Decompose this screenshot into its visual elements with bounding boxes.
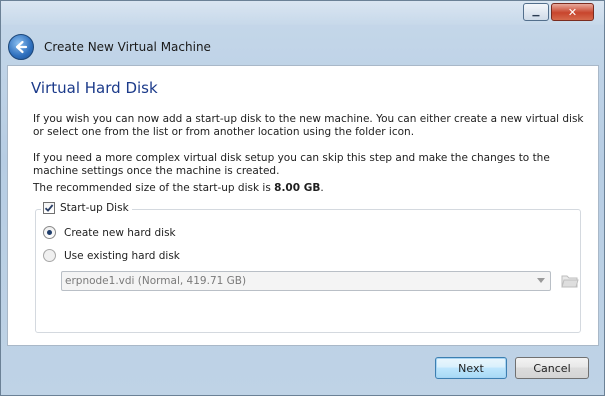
recommended-prefix: The recommended size of the start-up dis… [33, 182, 275, 194]
startup-disk-label: Start-up Disk [60, 202, 129, 214]
checkbox-box[interactable] [43, 202, 55, 214]
use-existing-disk-label: Use existing hard disk [64, 249, 180, 262]
checkmark-icon [44, 204, 54, 212]
cancel-button[interactable]: Cancel [515, 357, 589, 379]
wizard-window: ▁ ✕ Create New Virtual Machine Virtual H… [0, 0, 605, 396]
title-bar: ▁ ✕ [1, 1, 604, 25]
back-button[interactable] [8, 34, 34, 60]
existing-disk-value: erpnode1.vdi (Normal, 419.71 GB) [65, 275, 247, 287]
minimize-button[interactable]: ▁ [523, 3, 549, 21]
create-new-disk-radio[interactable]: Create new hard disk [43, 226, 176, 239]
use-existing-disk-radio[interactable]: Use existing hard disk [43, 249, 180, 262]
recommended-size-value: 8.00 GB [274, 182, 321, 194]
create-new-disk-label: Create new hard disk [64, 226, 176, 239]
existing-disk-select[interactable]: erpnode1.vdi (Normal, 419.71 GB) [61, 271, 551, 291]
radio-unselected[interactable] [43, 249, 56, 262]
chevron-down-icon[interactable] [534, 274, 548, 288]
wizard-header: Create New Virtual Machine [6, 31, 601, 63]
close-button[interactable]: ✕ [551, 3, 594, 21]
folder-open-icon[interactable] [560, 271, 580, 291]
wizard-title: Create New Virtual Machine [44, 40, 211, 54]
wizard-page: Virtual Hard Disk If you wish you can no… [7, 65, 599, 346]
page-title: Virtual Hard Disk [31, 79, 158, 97]
radio-selected[interactable] [43, 226, 56, 239]
back-arrow-icon [15, 40, 28, 54]
recommended-suffix: . [320, 182, 324, 194]
next-button[interactable]: Next [435, 357, 507, 379]
intro-paragraph: If you wish you can now add a start-up d… [33, 113, 584, 138]
startup-disk-checkbox[interactable]: Start-up Disk [41, 202, 132, 214]
recommended-size-text: The recommended size of the start-up dis… [33, 182, 589, 195]
advanced-paragraph: If you need a more complex virtual disk … [33, 152, 550, 177]
